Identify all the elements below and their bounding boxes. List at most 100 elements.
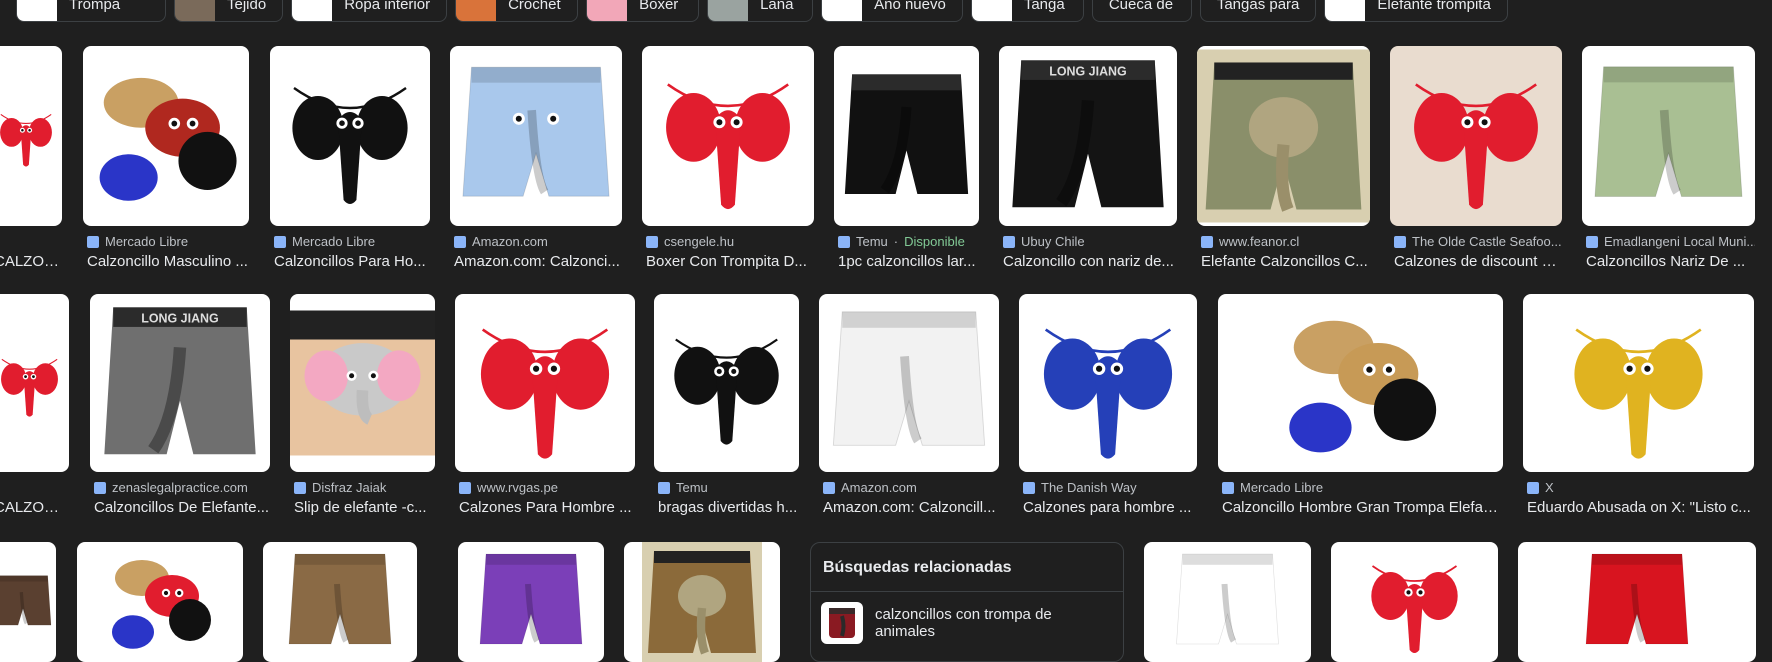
result-title[interactable]: Calzoncillos Nariz De ... <box>1586 253 1755 270</box>
result-thumbnail[interactable]: LONG JIANG <box>999 46 1177 226</box>
result-thumbnail[interactable] <box>83 46 249 226</box>
result-thumbnail[interactable] <box>1582 46 1755 226</box>
result-thumbnail[interactable] <box>1331 542 1498 662</box>
result-title[interactable]: bragas divertidas h... <box>658 499 799 516</box>
chip-label: Cueca de <box>1108 0 1174 13</box>
result-thumbnail[interactable] <box>263 542 417 662</box>
result-thumbnail[interactable] <box>270 46 430 226</box>
result-title[interactable]: Amazon.com: Calzoncill... <box>823 499 999 516</box>
result-source[interactable]: zenaslegalpractice.com <box>94 480 270 495</box>
filter-chip[interactable]: Trompa <box>16 0 166 22</box>
filter-chips: Trompa Tejido Ropa interior Crochet Boxer Lan… <box>0 0 1508 22</box>
result-source[interactable]: Ubuy Chile <box>1003 234 1177 249</box>
result-source[interactable]: www.rvgas.pe <box>459 480 635 495</box>
result-title[interactable]: Calzones Para Hombre ... <box>459 499 635 516</box>
result-source[interactable]: Mercado Libre <box>274 234 430 249</box>
result-thumbnail[interactable] <box>642 46 814 226</box>
related-search-thumbnail <box>821 602 863 644</box>
chip-thumbnail <box>292 0 333 21</box>
result-source[interactable]: Temu · Disponible <box>838 234 979 249</box>
result-source[interactable]: Amazon.com <box>823 480 999 495</box>
result-source[interactable]: Temu <box>658 480 799 495</box>
result-title[interactable]: Calzoncillo Masculino ... <box>87 253 249 270</box>
result-thumbnail[interactable] <box>654 294 799 472</box>
source-name: www.rvgas.pe <box>477 480 558 495</box>
filter-chip[interactable]: Elefante trompita <box>1324 0 1508 22</box>
site-favicon-icon <box>454 235 466 248</box>
result-title[interactable]: Calzoncillo con nariz de... <box>1003 253 1177 270</box>
result-thumbnail[interactable] <box>1218 294 1503 472</box>
svg-text:LONG JIANG: LONG JIANG <box>1049 64 1127 78</box>
result-title[interactable]: Calzoncillos De Elefante... <box>94 499 270 516</box>
result-source[interactable]: Emadlangeni Local Muni... <box>1586 234 1755 249</box>
source-name: www.feanor.cl <box>1219 234 1300 249</box>
result-thumbnail[interactable] <box>834 46 979 226</box>
related-searches-heading: Búsquedas relacionadas <box>823 559 1012 576</box>
separator-dot: · <box>893 234 899 249</box>
result-thumbnail[interactable] <box>1197 46 1370 226</box>
filter-chip[interactable]: Ropa interior <box>291 0 448 22</box>
filter-chip[interactable]: Crochet <box>455 0 579 22</box>
result-source[interactable]: csengele.hu <box>646 234 814 249</box>
filter-chip[interactable]: Boxer <box>586 0 700 22</box>
filter-chip[interactable]: Tejido <box>174 0 284 22</box>
result-thumbnail[interactable] <box>450 46 622 226</box>
chip-thumbnail <box>456 0 497 21</box>
result-thumbnail[interactable] <box>0 46 62 226</box>
chip-thumbnail <box>822 0 863 21</box>
filter-chip[interactable]: Año nuevo <box>821 0 963 22</box>
chip-label: Tejido <box>227 0 267 13</box>
chip-thumbnail <box>587 0 628 21</box>
result-source[interactable]: The Danish Way <box>1023 480 1197 495</box>
result-title[interactable]: CALZONCILLO ... <box>0 499 69 516</box>
result-title[interactable]: Boxer Con Trompita D... <box>646 253 814 270</box>
result-title[interactable]: Calzones para hombre ... <box>1023 499 1197 516</box>
result-title[interactable]: Elefante Calzoncillos C... <box>1201 253 1370 270</box>
result-thumbnail[interactable] <box>819 294 999 472</box>
result-thumbnail[interactable] <box>290 294 435 472</box>
site-favicon-icon <box>838 235 850 248</box>
chip-label: Año nuevo <box>874 0 946 13</box>
result-title[interactable]: Eduardo Abusada on X: "Listo c... <box>1527 499 1754 516</box>
result-source[interactable]: Amazon.com <box>454 234 622 249</box>
result-thumbnail[interactable] <box>77 542 243 662</box>
result-source[interactable]: Mercado Libre <box>87 234 249 249</box>
result-thumbnail[interactable] <box>1390 46 1562 226</box>
result-source[interactable]: Disfraz Jaiak <box>294 480 435 495</box>
result-title[interactable]: 1pc calzoncillos lar... <box>838 253 979 270</box>
result-title[interactable]: Calzoncillo Hombre Gran Trompa Elefan... <box>1222 499 1503 516</box>
result-source[interactable]: Mercado Libre <box>1222 480 1503 495</box>
filter-chip[interactable]: Tangas para <box>1199 0 1317 22</box>
site-favicon-icon <box>646 235 658 248</box>
result-thumbnail[interactable] <box>458 542 604 662</box>
result-title[interactable]: CALZONCILL... <box>0 253 62 270</box>
result-source[interactable]: X <box>1527 480 1754 495</box>
result-thumbnail[interactable] <box>0 294 69 472</box>
chip-thumbnail <box>971 0 1012 21</box>
filter-chip[interactable]: Cueca de <box>1091 0 1192 22</box>
result-source[interactable]: The Olde Castle Seafoo... <box>1394 234 1562 249</box>
result-thumbnail[interactable] <box>1144 542 1311 662</box>
result-source[interactable]: www.feanor.cl <box>1201 234 1370 249</box>
result-thumbnail[interactable]: LONG JIANG <box>90 294 270 472</box>
result-thumbnail[interactable] <box>455 294 635 472</box>
chip-label: Elefante trompita <box>1377 0 1491 13</box>
result-thumbnail[interactable] <box>1518 542 1756 662</box>
related-search-label: calzoncillos con trompa de animales <box>875 606 1052 640</box>
result-title[interactable]: Calzoncillos Para Ho... <box>274 253 430 270</box>
result-title[interactable]: Amazon.com: Calzonci... <box>454 253 622 270</box>
chip-label: Crochet <box>508 0 561 13</box>
filter-chip[interactable]: Lana <box>707 0 814 22</box>
result-title[interactable]: Calzones de discount e... <box>1394 253 1562 270</box>
site-favicon-icon <box>1586 235 1598 248</box>
related-search-item[interactable]: calzoncillos con trompa de animales <box>811 591 1123 654</box>
filter-chip[interactable]: Tanga <box>970 0 1084 22</box>
result-title[interactable]: Slip de elefante -c... <box>294 499 435 516</box>
result-thumbnail[interactable] <box>1523 294 1754 472</box>
result-thumbnail[interactable] <box>0 542 56 662</box>
result-thumbnail[interactable] <box>624 542 780 662</box>
result-thumbnail[interactable] <box>1019 294 1197 472</box>
site-favicon-icon <box>94 481 106 494</box>
source-name: csengele.hu <box>664 234 735 249</box>
site-favicon-icon <box>1394 235 1406 248</box>
